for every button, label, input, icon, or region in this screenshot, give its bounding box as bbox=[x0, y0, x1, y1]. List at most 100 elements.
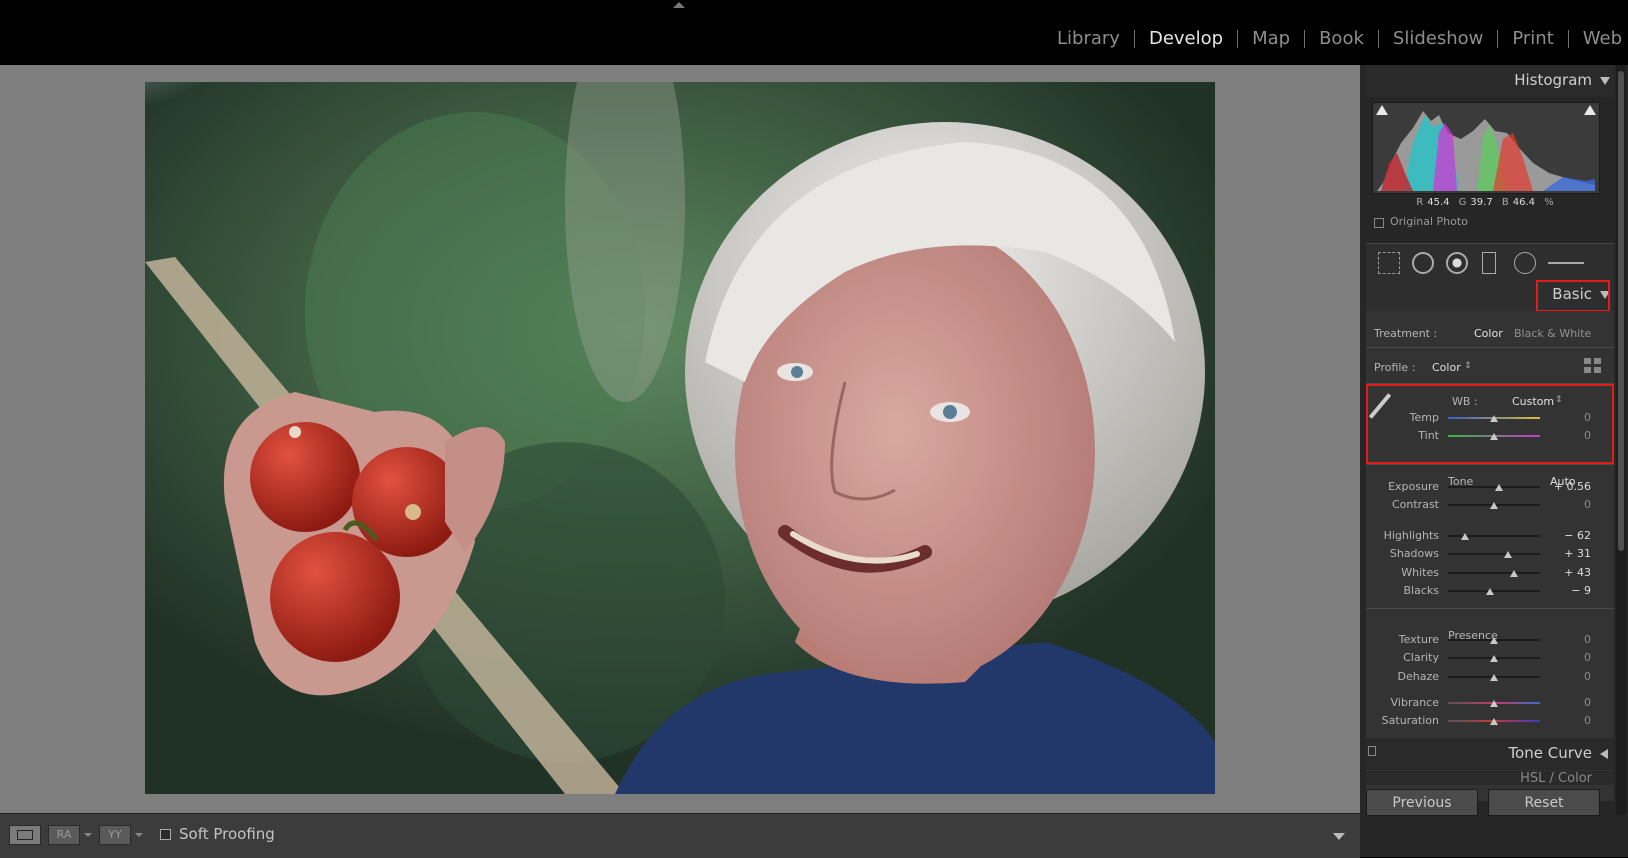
previous-button[interactable]: Previous bbox=[1366, 789, 1478, 816]
slider-value-exposure[interactable]: + 0.56 bbox=[1551, 480, 1591, 493]
slider-thumb-exposure[interactable] bbox=[1495, 484, 1504, 491]
slider-thumb-texture[interactable] bbox=[1490, 637, 1498, 644]
toolbar-menu-dropdown-icon[interactable] bbox=[1333, 833, 1345, 840]
histogram-graph[interactable] bbox=[1372, 102, 1600, 194]
slider-value-saturation[interactable]: 0 bbox=[1551, 714, 1591, 727]
slider-thumb-saturation[interactable] bbox=[1490, 718, 1498, 725]
profile-stepper-icon[interactable]: ⇕ bbox=[1464, 361, 1472, 371]
slider-track-exposure[interactable] bbox=[1448, 486, 1540, 488]
slider-value-texture[interactable]: 0 bbox=[1551, 633, 1591, 646]
module-library[interactable]: Library bbox=[1043, 27, 1134, 51]
graduated-filter-icon[interactable] bbox=[1482, 252, 1496, 274]
slider-value-shadows[interactable]: + 31 bbox=[1551, 547, 1591, 560]
b-value: 46.4 bbox=[1512, 197, 1536, 208]
original-photo-label: Original Photo bbox=[1390, 215, 1468, 228]
spot-removal-icon[interactable] bbox=[1412, 252, 1434, 274]
treatment-color-option[interactable]: Color bbox=[1474, 327, 1503, 340]
module-bar: Library Develop Map Book Slideshow Print… bbox=[0, 0, 1628, 63]
module-picker: Library Develop Map Book Slideshow Print… bbox=[1043, 27, 1628, 51]
slider-track-whites[interactable] bbox=[1448, 572, 1540, 574]
histogram-curve bbox=[1377, 111, 1595, 191]
before-after-swap-button[interactable]: YY bbox=[99, 825, 131, 845]
histogram-title: Histogram bbox=[1514, 71, 1592, 89]
tone-curve-header[interactable]: Tone Curve bbox=[1366, 738, 1614, 770]
before-after-button[interactable]: RA bbox=[48, 825, 80, 845]
slider-thumb-dehaze[interactable] bbox=[1490, 674, 1498, 681]
histogram-header[interactable]: Histogram bbox=[1366, 65, 1614, 97]
original-photo-checkbox[interactable] bbox=[1374, 218, 1384, 228]
rgb-readout: R 45.4 G 39.7 B 46.4 % bbox=[1372, 197, 1598, 208]
slider-value-highlights[interactable]: − 62 bbox=[1551, 529, 1591, 542]
slider-value-blacks[interactable]: − 9 bbox=[1551, 584, 1591, 597]
slider-thumb-whites[interactable] bbox=[1509, 570, 1518, 577]
slider-thumb-tint[interactable] bbox=[1490, 433, 1498, 440]
slider-value-dehaze[interactable]: 0 bbox=[1551, 670, 1591, 683]
before-after-dropdown-icon[interactable] bbox=[84, 833, 92, 837]
image-canvas[interactable] bbox=[0, 65, 1360, 813]
slider-value-temp[interactable]: 0 bbox=[1551, 411, 1591, 424]
radial-filter-icon[interactable] bbox=[1514, 252, 1536, 274]
module-map[interactable]: Map bbox=[1238, 27, 1304, 51]
slider-thumb-clarity[interactable] bbox=[1490, 655, 1498, 662]
slider-value-clarity[interactable]: 0 bbox=[1551, 651, 1591, 664]
reset-button[interactable]: Reset bbox=[1488, 789, 1600, 816]
slider-value-whites[interactable]: + 43 bbox=[1551, 566, 1591, 579]
slider-label-saturation: Saturation bbox=[1381, 714, 1439, 727]
g-label: G bbox=[1458, 197, 1467, 208]
slider-value-tint[interactable]: 0 bbox=[1551, 429, 1591, 442]
top-panel-toggle-icon[interactable] bbox=[673, 2, 685, 8]
slider-label-contrast: Contrast bbox=[1391, 498, 1439, 511]
slider-thumb-temp[interactable] bbox=[1490, 415, 1498, 422]
white-balance-highlight bbox=[1366, 384, 1614, 464]
module-slideshow[interactable]: Slideshow bbox=[1379, 27, 1497, 51]
red-eye-icon[interactable] bbox=[1446, 252, 1468, 274]
treatment-bw-option[interactable]: Black & White bbox=[1514, 327, 1591, 340]
panel-switch-icon[interactable] bbox=[1368, 746, 1376, 756]
module-print[interactable]: Print bbox=[1498, 27, 1567, 51]
r-value: 45.4 bbox=[1427, 197, 1450, 208]
slider-label-temp: Temp bbox=[1409, 411, 1439, 424]
profile-browser-icon[interactable] bbox=[1584, 358, 1602, 374]
profile-select[interactable]: Color bbox=[1432, 361, 1461, 374]
soft-proofing-checkbox[interactable] bbox=[160, 829, 171, 840]
hsl-header[interactable]: HSL / Color bbox=[1366, 771, 1614, 785]
collapse-arrow-icon[interactable] bbox=[1600, 77, 1610, 85]
loupe-view-button[interactable] bbox=[9, 825, 41, 845]
develop-right-panel: Histogram R 45.4 G 39.7 B 46.4 % Original P… bbox=[1360, 65, 1628, 857]
slider-label-tint: Tint bbox=[1418, 429, 1439, 442]
slider-thumb-contrast[interactable] bbox=[1490, 502, 1498, 509]
module-web[interactable]: Web bbox=[1569, 27, 1628, 51]
g-value: 39.7 bbox=[1470, 197, 1493, 208]
soft-proofing-label: Soft Proofing bbox=[179, 825, 275, 843]
hsl-title: HSL / Color bbox=[1520, 771, 1592, 785]
divider bbox=[1366, 608, 1614, 609]
panel-scrollbar-thumb[interactable] bbox=[1618, 71, 1624, 551]
module-book[interactable]: Book bbox=[1305, 27, 1378, 51]
slider-track-shadows[interactable] bbox=[1448, 553, 1540, 555]
slider-thumb-vibrance[interactable] bbox=[1490, 700, 1498, 707]
r-label: R bbox=[1416, 197, 1424, 208]
slider-thumb-highlights[interactable] bbox=[1461, 533, 1470, 540]
wb-stepper-icon[interactable]: ⇕ bbox=[1555, 395, 1563, 405]
portrait-photo bbox=[145, 82, 1215, 794]
before-after-swap-dropdown-icon[interactable] bbox=[135, 833, 143, 837]
bottom-toolbar: RA YY Soft Proofing bbox=[0, 813, 1360, 858]
slider-value-contrast[interactable]: 0 bbox=[1551, 498, 1591, 511]
divider bbox=[1366, 347, 1614, 348]
slider-label-dehaze: Dehaze bbox=[1397, 670, 1440, 683]
crop-grid-icon[interactable] bbox=[1378, 252, 1400, 274]
slider-label-texture: Texture bbox=[1398, 633, 1439, 646]
slider-label-clarity: Clarity bbox=[1403, 651, 1439, 664]
profile-label: Profile : bbox=[1374, 361, 1416, 374]
photo-preview[interactable] bbox=[145, 82, 1215, 794]
wb-select[interactable]: Custom bbox=[1512, 395, 1554, 408]
adjustment-brush-icon[interactable] bbox=[1548, 262, 1584, 264]
slider-value-vibrance[interactable]: 0 bbox=[1551, 696, 1591, 709]
slider-thumb-blacks[interactable] bbox=[1485, 588, 1494, 595]
slider-label-shadows: Shadows bbox=[1389, 547, 1439, 560]
slider-label-vibrance: Vibrance bbox=[1390, 696, 1439, 709]
slider-track-blacks[interactable] bbox=[1448, 590, 1540, 592]
expand-arrow-icon[interactable] bbox=[1600, 749, 1608, 759]
slider-thumb-shadows[interactable] bbox=[1504, 551, 1513, 558]
module-develop[interactable]: Develop bbox=[1135, 27, 1237, 51]
